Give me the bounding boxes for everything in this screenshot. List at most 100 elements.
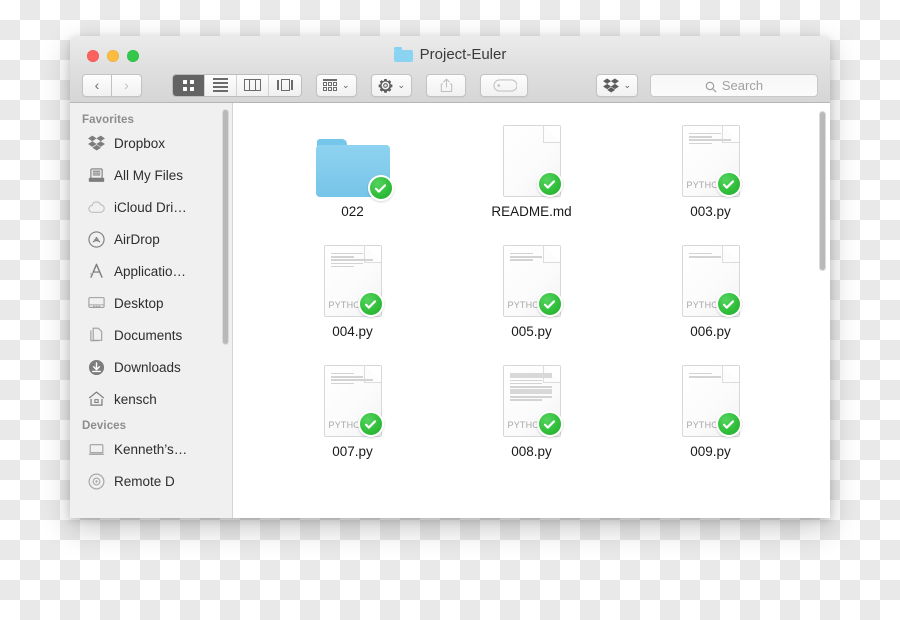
minimize-button[interactable] [107, 50, 119, 62]
sidebar-item-label: iCloud Dri… [114, 199, 187, 215]
sidebar-item-dropbox[interactable]: Dropbox [70, 130, 232, 156]
sidebar-item-airdrop[interactable]: AirDrop [70, 226, 232, 252]
window-title-text: Project-Euler [419, 46, 507, 63]
sidebar-item-downloads[interactable]: Downloads [70, 354, 232, 380]
synced-check-badge [715, 411, 742, 437]
file-item[interactable]: PYTHON 009.py [621, 357, 800, 459]
airdrop-icon [88, 230, 105, 248]
sidebar-item-label: All My Files [114, 167, 184, 183]
icloud-icon [88, 199, 105, 216]
python-file-icon: PYTHON [670, 357, 752, 437]
sidebar-item-all-my-files[interactable]: All My Files [70, 162, 232, 188]
folder-icon [393, 47, 413, 62]
dropbox-icon [603, 78, 620, 93]
downloads-icon [88, 359, 105, 376]
sidebar-item-kenneths-mac[interactable]: Kenneth’s… [70, 436, 232, 462]
gear-icon [378, 78, 393, 93]
view-mode-group [172, 73, 302, 97]
chevron-right-icon: › [124, 77, 129, 93]
file-item[interactable]: PYTHON 008.py [442, 357, 621, 459]
traffic-lights [87, 50, 139, 62]
sidebar-item-kensch[interactable]: kensch [70, 386, 232, 412]
file-item[interactable]: PYTHON 004.py [263, 237, 442, 339]
synced-check-badge [536, 291, 563, 317]
sidebar-item-label: kensch [114, 391, 157, 407]
list-view-button[interactable] [205, 74, 237, 96]
synced-check-badge [357, 291, 384, 317]
sidebar-item-label: Kenneth’s… [114, 441, 188, 457]
file-item[interactable]: PYTHON 003.py [621, 117, 800, 219]
columns-icon [244, 79, 261, 91]
forward-button[interactable]: › [112, 73, 142, 97]
file-name: 004.py [332, 324, 373, 339]
tag-icon [493, 79, 518, 92]
chevron-left-icon: ‹ [94, 77, 100, 93]
python-file-icon: PYTHON [491, 357, 573, 437]
sidebar-item-label: Downloads [114, 359, 181, 375]
desktop-icon [88, 295, 105, 312]
arrange-by-button[interactable]: ⌄ [316, 73, 357, 97]
tags-button[interactable] [480, 73, 529, 97]
sidebar-item-applications[interactable]: Applicatio… [70, 258, 232, 284]
maximize-button[interactable] [127, 50, 139, 62]
window-body: Favorites Dropbox All My Files iCloud Dr… [70, 103, 830, 518]
synced-check-badge [536, 171, 563, 197]
sidebar-item-label: Desktop [114, 295, 164, 311]
file-name: 003.py [690, 204, 731, 219]
sidebar-item-documents[interactable]: Documents [70, 322, 232, 348]
share-icon [440, 78, 453, 93]
chevron-down-icon: ⌄ [397, 79, 406, 90]
arrange-grid-icon [323, 79, 337, 91]
file-item[interactable]: PYTHON 007.py [263, 357, 442, 459]
sidebar: Favorites Dropbox All My Files iCloud Dr… [70, 103, 233, 518]
sidebar-item-desktop[interactable]: Desktop [70, 290, 232, 316]
document-icon [491, 117, 573, 197]
search-placeholder: Search [721, 77, 764, 93]
search-icon [705, 80, 717, 92]
documents-icon [88, 327, 105, 344]
close-button[interactable] [87, 50, 99, 62]
window-titlebar: Project-Euler ‹ › ⌄ ⌄ ⌄ Search [70, 36, 830, 103]
file-name: 008.py [511, 444, 552, 459]
file-item[interactable]: PYTHON 006.py [621, 237, 800, 339]
file-grid-area: 022 README.md PYTHON 003.py PYTHON 004.p… [233, 103, 830, 518]
sidebar-item-label: Applicatio… [114, 263, 187, 279]
applications-icon [88, 263, 105, 280]
file-item[interactable]: 022 [263, 117, 442, 219]
sidebar-item-label: Remote D [114, 473, 175, 489]
file-item[interactable]: README.md [442, 117, 621, 219]
search-input[interactable]: Search [650, 73, 818, 97]
file-item[interactable]: PYTHON 005.py [442, 237, 621, 339]
sidebar-item-remote-disc[interactable]: Remote D [70, 468, 232, 494]
dropbox-icon [88, 135, 105, 152]
folder-icon [312, 117, 394, 201]
column-view-button[interactable] [237, 74, 269, 96]
sidebar-item-icloud-drive[interactable]: iCloud Dri… [70, 194, 232, 220]
file-name: 006.py [690, 324, 731, 339]
grid-icon [183, 79, 194, 91]
icon-view-button[interactable] [173, 74, 205, 96]
laptop-icon [88, 441, 105, 458]
synced-check-badge [715, 171, 742, 197]
content-scrollbar[interactable] [819, 111, 826, 271]
synced-check-badge [367, 175, 394, 201]
back-button[interactable]: ‹ [82, 73, 112, 97]
sidebar-item-label: Documents [114, 327, 183, 343]
window-title: Project-Euler [70, 46, 830, 63]
coverflow-view-button[interactable] [269, 74, 301, 96]
python-file-icon: PYTHON [312, 237, 394, 317]
sidebar-item-label: AirDrop [114, 231, 160, 247]
action-menu-button[interactable]: ⌄ [370, 73, 413, 97]
sidebar-scrollbar[interactable] [222, 109, 229, 345]
share-button[interactable] [426, 73, 467, 97]
dropbox-button[interactable]: ⌄ [596, 73, 638, 97]
disc-icon [88, 473, 105, 490]
sidebar-section-devices-header: Devices [82, 420, 127, 432]
file-name: 007.py [332, 444, 373, 459]
home-icon [88, 391, 105, 408]
file-name: README.md [491, 204, 572, 219]
chevron-down-icon: ⌄ [342, 79, 350, 90]
file-name: 022 [341, 204, 364, 219]
list-icon [213, 77, 228, 93]
navigation-group: ‹ › [82, 73, 142, 97]
